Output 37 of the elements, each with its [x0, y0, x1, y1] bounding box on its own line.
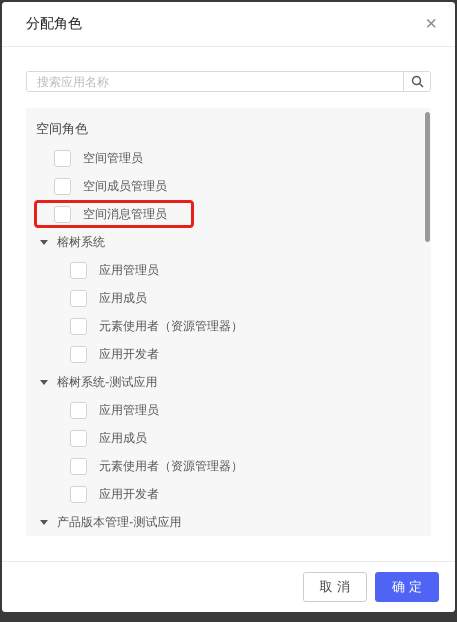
search-field[interactable]: 搜索应用名称 [26, 71, 403, 92]
checkbox[interactable] [70, 318, 87, 334]
search-button[interactable] [403, 71, 431, 92]
role-label: 应用成员 [99, 290, 147, 306]
role-label: 应用管理员 [99, 262, 159, 278]
checkbox[interactable] [70, 486, 87, 502]
role-label: 应用开发者 [99, 346, 159, 362]
role-label: 元素使用者（资源管理器） [99, 458, 243, 474]
checkbox[interactable] [70, 262, 87, 278]
search-icon [410, 75, 424, 88]
checkbox[interactable] [70, 346, 87, 362]
checkbox[interactable] [54, 178, 71, 194]
role-label: 空间管理员 [83, 150, 143, 166]
cancel-button[interactable]: 取 消 [302, 572, 367, 602]
checkbox[interactable] [54, 206, 71, 222]
role-label: 应用开发者 [99, 486, 159, 502]
role-label: 元素使用者（资源管理器） [99, 318, 243, 334]
caret-icon[interactable] [40, 518, 48, 526]
scrollbar[interactable] [425, 112, 430, 242]
role-label: 空间消息管理员 [83, 206, 167, 222]
caret-icon[interactable] [40, 378, 48, 386]
checkbox[interactable] [70, 402, 87, 418]
group-label: 榕树系统-测试应用 [57, 374, 158, 390]
checkbox[interactable] [54, 150, 71, 166]
confirm-button[interactable]: 确 定 [374, 572, 439, 602]
checkbox[interactable] [70, 458, 87, 474]
checkbox[interactable] [70, 290, 87, 306]
role-label: 空间成员管理员 [83, 178, 167, 194]
role-label: 应用管理员 [99, 402, 159, 418]
section-heading: 空间角色 [36, 121, 89, 139]
group-label: 产品版本管理-测试应用 [57, 514, 182, 530]
dialog-title: 分配角色 [26, 15, 82, 33]
close-button[interactable]: × [421, 14, 441, 34]
role-label: 应用成员 [99, 430, 147, 446]
checkbox[interactable] [70, 430, 87, 446]
caret-icon[interactable] [40, 238, 48, 246]
group-label: 榕树系统 [57, 234, 105, 250]
